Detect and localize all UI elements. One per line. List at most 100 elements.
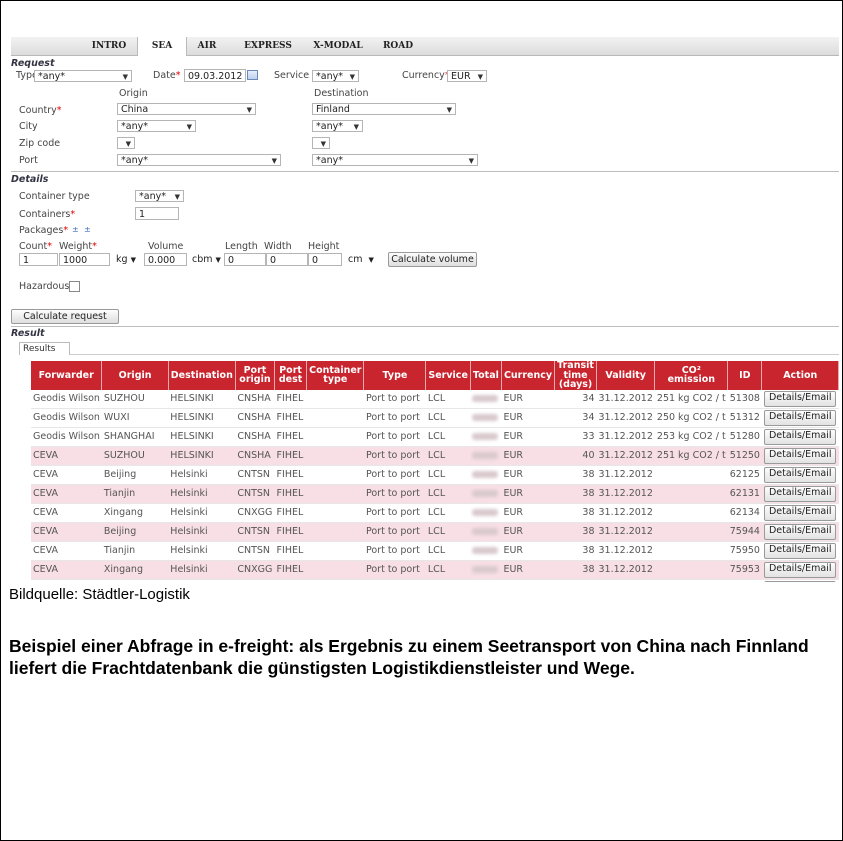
dimension-unit-select[interactable]: cm ▼ xyxy=(348,254,374,265)
width-label: Width xyxy=(264,241,292,252)
volume-label: Volume xyxy=(148,241,184,252)
validity-cell: 31.12.2012 xyxy=(596,484,655,504)
containers-input[interactable]: 1 xyxy=(135,207,179,220)
details-email-button[interactable]: Details/Email xyxy=(763,428,837,445)
column-header[interactable]: Origin xyxy=(101,361,169,390)
column-header[interactable]: Validity xyxy=(596,361,656,390)
table-row: CEVA Tianjin Helsinki CNTSN FIHEL Port to por… xyxy=(31,484,839,504)
column-header[interactable]: ID xyxy=(727,361,763,390)
forwarder-cell: CEVA xyxy=(31,522,102,542)
chevron-down-icon: ▼ xyxy=(446,106,452,114)
details-email-button[interactable]: Details/Email xyxy=(763,390,837,407)
column-header[interactable]: Service xyxy=(425,361,471,390)
details-email-button[interactable]: Details/Email xyxy=(763,466,837,483)
details-email-button[interactable]: Details/Email xyxy=(763,485,837,502)
transit-time-cell: 38 xyxy=(554,541,597,561)
zip-origin-select[interactable]: ▼ xyxy=(117,137,135,149)
type-cell: Port to port xyxy=(363,427,426,447)
tab-express[interactable]: EXPRESS xyxy=(237,37,299,55)
column-header[interactable]: Transit time (days) xyxy=(554,361,597,390)
transit-time-cell: 34 xyxy=(554,389,597,409)
column-header[interactable]: Forwarder xyxy=(31,361,103,390)
calculate-request-button[interactable]: Calculate request xyxy=(11,309,119,324)
length-label: Length xyxy=(225,241,258,252)
origin-cell: Xingang xyxy=(101,503,169,523)
column-header[interactable]: Container type xyxy=(306,361,365,390)
details-email-button[interactable]: Details/Email xyxy=(763,447,837,464)
destination-cell: Helsinki xyxy=(168,503,236,523)
co2-emission-cell: 251 kg CO2 / t xyxy=(654,446,728,466)
details-email-button[interactable]: Details/Email xyxy=(763,409,837,426)
date-input[interactable]: 09.03.2012 xyxy=(184,69,246,82)
chevron-down-icon: ▼ xyxy=(320,140,326,148)
port-origin-cell: CNTSN xyxy=(235,522,275,542)
blurred-total-value xyxy=(472,490,499,497)
country-destination-select[interactable]: Finland ▼ xyxy=(312,103,456,115)
details-email-button[interactable]: Details/Email xyxy=(763,504,837,521)
calendar-icon[interactable] xyxy=(247,70,258,80)
tab-intro[interactable]: INTRO xyxy=(85,37,133,55)
service-cell: LCL xyxy=(425,503,471,523)
remove-package-icon[interactable]: ± xyxy=(84,225,91,234)
zip-destination-select[interactable]: ▼ xyxy=(312,137,330,149)
details-email-button[interactable]: Details/Email xyxy=(763,561,837,578)
port-origin-cell: CNSHA xyxy=(235,446,275,466)
tab-road[interactable]: ROAD xyxy=(376,37,420,55)
add-package-icon[interactable]: ± xyxy=(72,225,79,234)
hazardous-checkbox[interactable] xyxy=(69,281,80,292)
details-email-button[interactable]: Details/Email xyxy=(763,523,837,540)
details-email-button[interactable]: Details/Email xyxy=(763,580,837,582)
service-cell: LCL xyxy=(425,408,471,428)
port-dest-cell: FIHEL xyxy=(274,560,307,580)
port-destination-select[interactable]: *any* ▼ xyxy=(312,154,478,166)
packages-label: Packages* xyxy=(19,225,69,236)
volume-unit-select[interactable]: cbm ▼ xyxy=(192,254,221,265)
height-input[interactable]: 0 xyxy=(308,253,342,266)
port-origin-cell: CNTSN xyxy=(235,484,275,504)
width-input[interactable]: 0 xyxy=(266,253,308,266)
validity-cell: 31.12.2012 xyxy=(596,541,655,561)
details-email-button[interactable]: Details/Email xyxy=(763,542,837,559)
result-section-title: Result xyxy=(11,328,45,339)
co2-emission-cell: 234 kg CO2 / t xyxy=(654,579,728,582)
destination-header: Destination xyxy=(314,88,369,99)
port-origin-select[interactable]: *any* ▼ xyxy=(117,154,281,166)
column-header[interactable]: Port dest xyxy=(274,361,308,390)
city-origin-select[interactable]: *any* ▼ xyxy=(117,120,196,132)
city-destination-select[interactable]: *any* ▼ xyxy=(312,120,363,132)
currency-cell: EUR xyxy=(501,427,555,447)
container-type-cell xyxy=(306,427,364,447)
container-type-select[interactable]: *any* ▼ xyxy=(135,190,184,202)
column-header[interactable]: Currency xyxy=(501,361,556,390)
column-header[interactable]: CO² emission xyxy=(654,361,729,390)
city-label: City xyxy=(19,121,38,132)
currency-cell: EUR xyxy=(501,522,555,542)
tab-air[interactable]: AIR xyxy=(188,37,226,55)
column-header[interactable]: Port origin xyxy=(235,361,276,390)
column-header[interactable]: Destination xyxy=(168,361,236,390)
weight-input[interactable]: 1000 xyxy=(59,253,110,266)
forwarder-cell: Geodis Wilson xyxy=(31,579,102,582)
validity-cell: 31.12.2012 xyxy=(596,408,655,428)
service-select[interactable]: *any* ▼ xyxy=(312,70,359,82)
total-cell xyxy=(470,484,502,504)
tab-x-modal[interactable]: X-MODAL xyxy=(308,37,368,55)
volume-input[interactable]: 0.000 xyxy=(144,253,187,266)
currency-select[interactable]: EUR ▼ xyxy=(447,70,487,82)
column-header[interactable]: Total xyxy=(470,361,502,390)
co2-emission-cell xyxy=(654,484,728,504)
length-input[interactable]: 0 xyxy=(224,253,266,266)
country-origin-select[interactable]: China ▼ xyxy=(117,103,256,115)
column-header[interactable]: Type xyxy=(363,361,427,390)
tab-sea[interactable]: SEA xyxy=(137,37,187,56)
container-type-cell xyxy=(306,465,364,485)
chevron-down-icon: ▼ xyxy=(122,73,128,81)
weight-unit-select[interactable]: kg ▼ xyxy=(116,254,136,265)
port-origin-cell: CNTSN xyxy=(235,465,275,485)
count-input[interactable]: 1 xyxy=(19,253,58,266)
tab-results[interactable]: Results xyxy=(19,342,70,355)
destination-cell: VAASA xyxy=(168,579,236,582)
calculate-volume-button[interactable]: Calculate volume xyxy=(388,252,477,267)
port-dest-cell: FIHEL xyxy=(274,522,307,542)
type-select[interactable]: *any* ▼ xyxy=(34,70,132,82)
